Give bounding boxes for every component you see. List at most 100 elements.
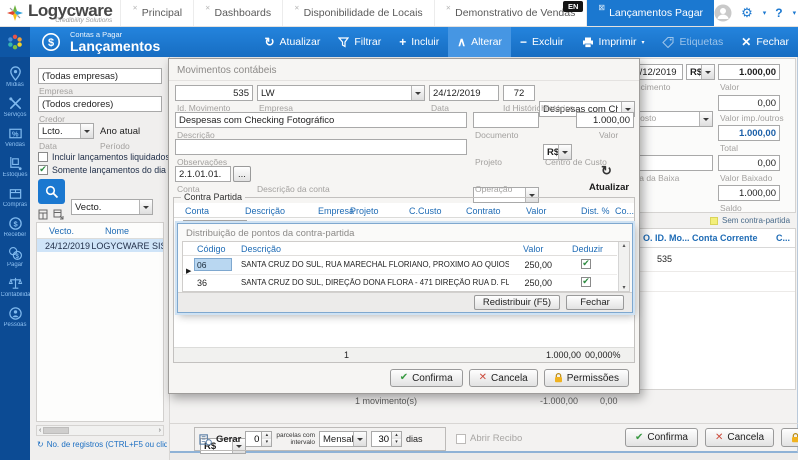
search-button[interactable]: [38, 179, 65, 204]
num-registros-link[interactable]: ↻ No. de registros (CTRL+F5 ou clique a.…: [37, 440, 167, 449]
tab-close-icon[interactable]: ✕: [205, 4, 210, 12]
list-row-selected[interactable]: 24/12/2019 LOGYCWARE SISTE: [37, 239, 163, 252]
list-col-vecto[interactable]: Vecto.: [49, 226, 74, 236]
gear-caret-icon[interactable]: ▾: [763, 9, 767, 17]
filtrar-button[interactable]: Filtrar: [329, 27, 390, 57]
checkbox-unchecked[interactable]: [38, 152, 48, 162]
dias-stepper[interactable]: 30▴▾: [371, 431, 402, 447]
moeda-select[interactable]: R$: [686, 64, 715, 80]
checkbox-unchecked[interactable]: [456, 434, 466, 444]
stepper-up-icon[interactable]: ▴: [262, 432, 271, 439]
list-col-nome[interactable]: Nome: [105, 226, 129, 236]
tab-dashboards[interactable]: ✕ Dashboards: [193, 0, 282, 26]
dialog-confirma-button[interactable]: ✔Confirma: [390, 369, 463, 387]
dialog-cancela-button[interactable]: ✕Cancela: [469, 369, 538, 387]
fechar-button[interactable]: ✕ Fechar: [732, 27, 798, 57]
dist-row-codigo[interactable]: 06: [194, 258, 232, 271]
tab-principal[interactable]: ✕ Principal: [120, 0, 193, 26]
alterar-button[interactable]: ∧ Alterar: [448, 27, 511, 57]
abrir-recibo-checkbox[interactable]: Abrir Recibo: [456, 433, 522, 444]
grid-col-conta-corrente[interactable]: Conta Corrente: [692, 233, 758, 243]
permissoes-button[interactable]: Permissões: [781, 428, 798, 447]
dropdown-arrow-icon[interactable]: [139, 200, 152, 214]
horizontal-scrollbar[interactable]: ‹ ›: [36, 425, 164, 436]
credor-field[interactable]: (Todos credores): [38, 96, 162, 112]
data-field[interactable]: 24/12/2019: [429, 85, 499, 101]
dist-fechar-button[interactable]: Fechar: [566, 295, 624, 310]
imprimir-button[interactable]: Imprimir ▾: [573, 27, 654, 57]
stepper-down-icon[interactable]: ▾: [392, 439, 401, 446]
tab-close-icon[interactable]: ✕: [132, 4, 137, 12]
etiquetas-button[interactable]: Etiquetas: [653, 27, 732, 57]
tab-close-icon[interactable]: ✕: [446, 4, 451, 12]
dropdown-arrow-icon[interactable]: [80, 124, 93, 138]
tab-disponibilidade-de-locais[interactable]: ✕ Disponibilidade de Locais: [282, 0, 434, 26]
valor-imp-field[interactable]: 0,00: [718, 95, 780, 111]
atualizar-label[interactable]: Atualizar: [589, 182, 629, 193]
dist-col-codigo[interactable]: Código: [197, 244, 226, 254]
conta-browse-button[interactable]: ...: [233, 166, 251, 182]
dist-col-deduzir[interactable]: Deduzir: [572, 244, 603, 254]
scroll-right-icon[interactable]: ›: [157, 427, 163, 434]
dist-col-valor[interactable]: Valor: [523, 244, 543, 254]
cp-col-dist[interactable]: Dist. %: [581, 206, 610, 216]
observacoes-field[interactable]: [175, 139, 467, 155]
cp-col-descricao[interactable]: Descrição: [245, 206, 285, 216]
dist-scrollbar[interactable]: ▴ ▾: [618, 242, 629, 291]
cp-col-empresa[interactable]: Empresa: [318, 206, 354, 216]
cp-col-valor[interactable]: Valor: [526, 206, 546, 216]
sidebar-item-pagar[interactable]: $ Pagar: [0, 246, 30, 268]
dropdown-arrow-icon[interactable]: [701, 65, 714, 79]
tab-lancamentos-pagar[interactable]: ⊠ Lançamentos Pagar: [586, 0, 714, 26]
dropdown-arrow-icon[interactable]: [353, 432, 366, 446]
module-flower-icon[interactable]: [0, 27, 30, 57]
user-avatar-icon[interactable]: [714, 4, 732, 22]
scroll-up-icon[interactable]: ▴: [622, 242, 625, 249]
deduzir-checkbox[interactable]: [581, 277, 591, 287]
empresa-field[interactable]: (Todas empresas): [38, 68, 162, 84]
somente-dia-checkbox[interactable]: Somente lançamentos do dia: [38, 165, 166, 175]
grid-col-id-mov[interactable]: ID. Mo...: [655, 233, 690, 243]
sidebar-item-receber[interactable]: $ Receber: [0, 216, 30, 238]
sidebar-item-contabilidade[interactable]: Contabilida: [0, 276, 30, 298]
grid-row-id[interactable]: 535: [657, 254, 672, 264]
grid-columns-icon[interactable]: [38, 209, 48, 220]
redistribuir-button[interactable]: Redistribuir (F5): [474, 295, 560, 310]
incluir-button[interactable]: + Incluir: [390, 27, 448, 57]
empresa-select[interactable]: LW: [257, 85, 425, 101]
valor-field[interactable]: 1.000,00: [576, 112, 634, 128]
export-grid-icon[interactable]: [53, 209, 64, 220]
sidebar-item-vendas[interactable]: % Vendas: [0, 126, 30, 148]
cp-col-projeto[interactable]: Projeto: [350, 206, 379, 216]
cp-col-conta[interactable]: Conta: [185, 206, 209, 216]
scroll-thumb[interactable]: [43, 427, 69, 434]
documento-field[interactable]: [473, 112, 539, 128]
dist-col-descricao[interactable]: Descrição: [241, 244, 281, 254]
dropdown-arrow-icon[interactable]: [699, 112, 712, 126]
deduzir-checkbox[interactable]: [581, 259, 591, 269]
valor-baixado-field[interactable]: 0,00: [718, 155, 780, 171]
conta-field[interactable]: 2.1.01.01.: [175, 166, 231, 182]
cp-col-contrato[interactable]: Contrato: [466, 206, 501, 216]
parcelas-stepper[interactable]: 0▴▾: [245, 431, 272, 447]
checkbox-checked[interactable]: [38, 165, 48, 175]
dist-row-codigo[interactable]: 36: [197, 278, 207, 288]
sidebar-item-estoques[interactable]: Estoques: [0, 156, 30, 178]
atualizar-button[interactable]: ↻ Atualizar: [255, 27, 329, 57]
excluir-button[interactable]: − Excluir: [511, 27, 573, 57]
help-caret-icon[interactable]: ▾: [793, 9, 797, 17]
sidebar-item-pessoas[interactable]: Pessoas: [0, 306, 30, 328]
periodo-field[interactable]: Ano atual: [100, 126, 140, 137]
intervalo-select[interactable]: Mensal: [319, 431, 367, 447]
data-tipo-select[interactable]: Lcto.: [38, 123, 94, 139]
grid-col-o[interactable]: O.: [643, 233, 653, 243]
tab-close-icon[interactable]: ✕: [294, 4, 299, 12]
cp-col-ccusto[interactable]: C.Custo: [409, 206, 442, 216]
id-historico-field[interactable]: 72: [503, 85, 535, 101]
sidebar-item-servicos[interactable]: Serviços: [0, 96, 30, 118]
atualizar-refresh-icon[interactable]: ↻: [601, 163, 612, 179]
confirma-button[interactable]: ✔Confirma: [625, 428, 698, 447]
settings-gear-icon[interactable]: ⚙: [741, 5, 753, 21]
sidebar-item-midias[interactable]: Mídias: [0, 66, 30, 88]
cancela-button[interactable]: ✕Cancela: [705, 428, 774, 447]
